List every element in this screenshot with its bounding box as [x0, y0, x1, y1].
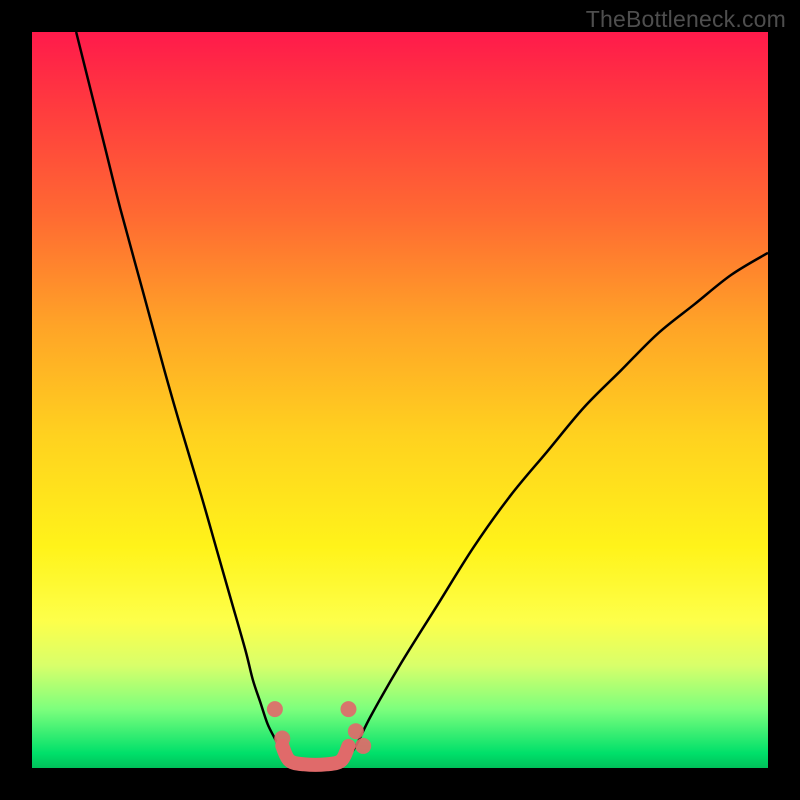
left-curve [76, 32, 289, 768]
data-marker [274, 731, 290, 747]
plot-area [32, 32, 768, 768]
data-marker [340, 701, 356, 717]
data-marker [267, 701, 283, 717]
data-marker [355, 738, 371, 754]
watermark-text: TheBottleneck.com [586, 6, 786, 33]
chart-svg [32, 32, 768, 768]
marker-group [267, 701, 371, 754]
trough-highlight [282, 746, 348, 765]
chart-frame: TheBottleneck.com [0, 0, 800, 800]
data-marker [348, 723, 364, 739]
right-curve [341, 253, 768, 768]
